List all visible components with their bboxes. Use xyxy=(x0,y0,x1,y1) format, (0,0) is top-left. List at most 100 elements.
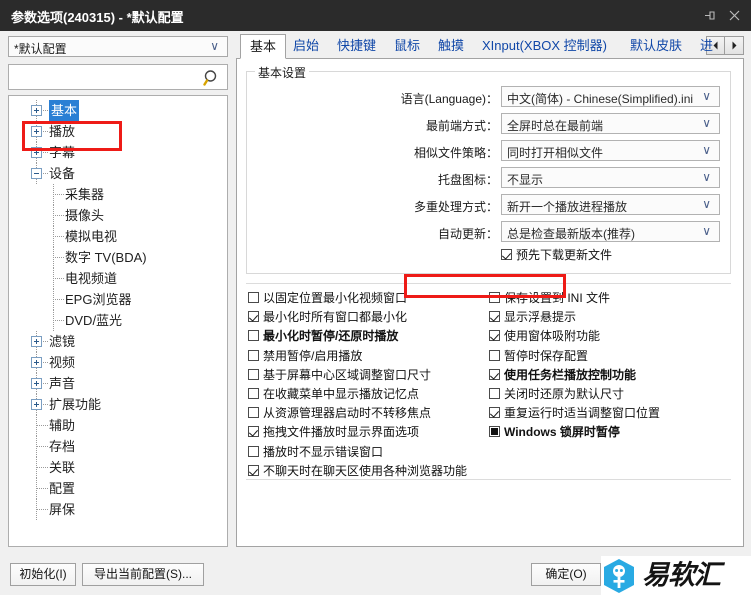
checkbox-option[interactable]: 重复运行时适当调整窗口位置 xyxy=(489,406,660,420)
checkbox-indicator[interactable] xyxy=(248,464,259,476)
export-config-button[interactable]: 导出当前配置(S)... xyxy=(82,563,204,586)
tab-1[interactable]: 启始 xyxy=(284,34,328,59)
tree-item[interactable]: 设备 xyxy=(9,163,227,184)
ok-button[interactable]: 确定(O) xyxy=(531,563,601,586)
expand-icon[interactable] xyxy=(31,357,42,368)
tree-item[interactable]: EPG浏览器 xyxy=(9,289,227,310)
checkbox-option[interactable]: 保存设置到 INI 文件 xyxy=(489,291,660,305)
tab-3[interactable]: 鼠标 xyxy=(385,34,429,59)
pin-icon[interactable] xyxy=(699,5,721,25)
checkbox-option[interactable]: 基于屏幕中心区域调整窗口尺寸 xyxy=(248,368,467,382)
checkbox-indicator[interactable] xyxy=(248,407,259,419)
tab-5[interactable]: XInput(XBOX 控制器) xyxy=(473,34,616,59)
checkbox-option[interactable]: 使用窗体吸附功能 xyxy=(489,329,660,343)
tab-7[interactable]: 进 xyxy=(691,34,722,59)
expand-icon[interactable] xyxy=(31,126,42,137)
tab-0[interactable]: 基本 xyxy=(240,34,287,59)
tree-item[interactable]: 声音 xyxy=(9,373,227,394)
checkbox-option[interactable]: 从资源管理器启动时不转移焦点 xyxy=(248,406,467,420)
setting-row: 最前端方式： 全屏时总在最前端 ∨ xyxy=(247,113,730,137)
checkbox-option[interactable]: 关闭时还原为默认尺寸 xyxy=(489,387,660,401)
setting-label: 自动更新： xyxy=(437,227,498,241)
tree-item[interactable]: 存档 xyxy=(9,436,227,457)
tree-item[interactable]: 采集器 xyxy=(9,184,227,205)
checkbox-option[interactable]: 显示浮悬提示 xyxy=(489,310,660,324)
initialize-button[interactable]: 初始化(I) xyxy=(10,563,76,586)
checkbox-option[interactable]: 在收藏菜单中显示播放记忆点 xyxy=(248,387,467,401)
predownload-checkbox[interactable]: 预先下载更新文件 xyxy=(501,248,612,262)
tree-item[interactable]: 基本 xyxy=(9,100,227,121)
checkbox-option[interactable]: 禁用暂停/启用播放 xyxy=(248,349,467,363)
profile-combo[interactable]: *默认配置 ∨ xyxy=(8,36,228,57)
tab-6[interactable]: 默认皮肤 xyxy=(621,34,691,59)
search-box[interactable] xyxy=(8,64,228,90)
search-input[interactable] xyxy=(13,68,202,88)
tree-item[interactable]: 配置 xyxy=(9,478,227,499)
checkbox-indicator[interactable] xyxy=(248,426,259,438)
tree-item[interactable]: 播放 xyxy=(9,121,227,142)
checkbox-label: 显示浮悬提示 xyxy=(504,310,577,325)
checkbox-option[interactable]: 以固定位置最小化视频窗口 xyxy=(248,291,467,305)
section-divider-bottom xyxy=(246,479,731,480)
close-icon[interactable] xyxy=(723,5,745,25)
checkbox-indicator[interactable] xyxy=(248,330,259,342)
collapse-icon[interactable] xyxy=(31,168,42,179)
tree-item[interactable]: 摄像头 xyxy=(9,205,227,226)
checkbox-indicator[interactable] xyxy=(248,387,259,399)
checkbox-indicator[interactable] xyxy=(489,330,500,342)
tree-item[interactable]: 数字 TV(BDA) xyxy=(9,247,227,268)
tree-item-label: EPG浏览器 xyxy=(65,292,132,307)
tree-item[interactable]: 辅助 xyxy=(9,415,227,436)
checkbox-indicator[interactable] xyxy=(248,292,259,303)
setting-combo[interactable]: 不显示 ∨ xyxy=(501,167,720,188)
tree-item-label: 关联 xyxy=(49,460,76,475)
checkbox-indicator[interactable] xyxy=(248,311,259,323)
checkbox-option[interactable]: 拖拽文件播放时显示界面选项 xyxy=(248,425,467,439)
tree-item[interactable]: 扩展功能 xyxy=(9,394,227,415)
checkbox-indicator[interactable] xyxy=(489,387,500,399)
setting-combo[interactable]: 全屏时总在最前端 ∨ xyxy=(501,113,720,134)
tree-item[interactable]: 视频 xyxy=(9,352,227,373)
tree-item[interactable]: 电视频道 xyxy=(9,268,227,289)
checkbox-indicator[interactable] xyxy=(489,349,500,361)
checkbox-indicator[interactable] xyxy=(489,311,500,323)
tab-2[interactable]: 快捷键 xyxy=(328,34,385,59)
tree-item[interactable]: 滤镜 xyxy=(9,331,227,352)
checkbox-option[interactable]: 最小化时所有窗口都最小化 xyxy=(248,310,467,324)
setting-combo[interactable]: 中文(简体) - Chinese(Simplified).ini ∨ xyxy=(501,86,720,107)
settings-tree[interactable]: 基本 播放 字幕 设备 采集器 摄像头 模拟电视 数字 TV(BDA) 电视频道 EPG浏览器 DV… xyxy=(8,95,228,547)
checkbox-indicator[interactable] xyxy=(489,368,500,380)
tree-item[interactable]: 字幕 xyxy=(9,142,227,163)
checkbox-indicator[interactable] xyxy=(248,349,259,361)
checkbox-option[interactable]: 播放时不显示错误窗口 xyxy=(248,445,467,459)
tree-item[interactable]: DVD/蓝光 xyxy=(9,310,227,331)
checkbox-indicator[interactable] xyxy=(248,368,259,380)
tab-scroll-right-button[interactable] xyxy=(725,36,744,55)
expand-icon[interactable] xyxy=(31,336,42,347)
expand-icon[interactable] xyxy=(31,147,42,158)
checkbox-label: 暂停时保存配置 xyxy=(504,348,589,363)
checkbox-indicator[interactable] xyxy=(489,292,500,303)
tree-item[interactable]: 屏保 xyxy=(9,499,227,520)
setting-combo[interactable]: 同时打开相似文件 ∨ xyxy=(501,140,720,161)
checkbox-option[interactable]: 使用任务栏播放控制功能 xyxy=(489,368,660,382)
expand-icon[interactable] xyxy=(31,378,42,389)
search-icon[interactable] xyxy=(203,69,221,87)
checkbox-label: 保存设置到 INI 文件 xyxy=(504,291,611,305)
tree-item[interactable]: 模拟电视 xyxy=(9,226,227,247)
checkbox-option[interactable]: 最小化时暂停/还原时播放 xyxy=(248,329,467,343)
setting-combo-value: 中文(简体) - Chinese(Simplified).ini xyxy=(507,92,694,106)
setting-combo[interactable]: 新开一个播放进程播放 ∨ xyxy=(501,194,720,215)
checkbox-indicator[interactable] xyxy=(248,445,259,457)
setting-combo[interactable]: 总是检查最新版本(推荐) ∨ xyxy=(501,221,720,242)
checkbox-indicator[interactable] xyxy=(501,249,512,260)
checkbox-indicator[interactable] xyxy=(489,426,500,438)
checkbox-option[interactable]: 暂停时保存配置 xyxy=(489,349,660,363)
expand-icon[interactable] xyxy=(31,399,42,410)
checkbox-option[interactable]: Windows 锁屏时暂停 xyxy=(489,425,660,439)
checkbox-indicator[interactable] xyxy=(489,407,500,419)
tree-item[interactable]: 关联 xyxy=(9,457,227,478)
expand-icon[interactable] xyxy=(31,105,42,116)
tab-4[interactable]: 触摸 xyxy=(429,34,473,59)
checkbox-option[interactable]: 不聊天时在聊天区使用各种浏览器功能 xyxy=(248,464,467,478)
